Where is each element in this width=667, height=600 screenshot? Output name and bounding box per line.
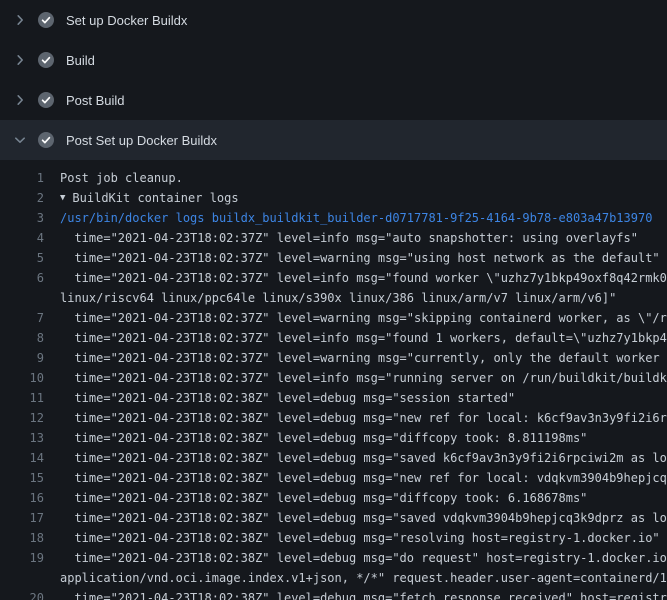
step-label: Post Set up Docker Buildx [66,133,217,148]
log-line-text: time="2021-04-23T18:02:37Z" level=warnin… [60,248,660,268]
log-line-number[interactable]: 13 [0,428,44,448]
check-circle-icon [38,132,54,148]
log-line: 6 time="2021-04-23T18:02:37Z" level=info… [0,268,667,288]
log-line: 18 time="2021-04-23T18:02:38Z" level=deb… [0,528,667,548]
log-line-text: time="2021-04-23T18:02:37Z" level=info m… [60,368,667,388]
log-line-number[interactable]: 7 [0,308,44,328]
step-header[interactable]: Build [0,40,667,80]
log-line: 17 time="2021-04-23T18:02:38Z" level=deb… [0,508,667,528]
step-label: Build [66,53,95,68]
log-line: 10 time="2021-04-23T18:02:37Z" level=inf… [0,368,667,388]
log-line-number[interactable]: 6 [0,268,44,288]
step-header[interactable]: Post Set up Docker Buildx [0,120,667,160]
log-line-number[interactable]: 3 [0,208,44,228]
log-line-number[interactable] [0,288,44,308]
step-header[interactable]: Set up Docker Buildx [0,0,667,40]
log-lines: 1 Post job cleanup. 2 ▼ BuildKit contain… [0,160,667,600]
log-line-number[interactable]: 17 [0,508,44,528]
log-line: 19 time="2021-04-23T18:02:38Z" level=deb… [0,548,667,568]
log-line-number[interactable]: 1 [0,168,44,188]
log-line-text: time="2021-04-23T18:02:38Z" level=debug … [60,408,667,428]
log-line-text: time="2021-04-23T18:02:38Z" level=debug … [60,468,667,488]
chevron-down-icon [12,132,28,148]
log-line-number[interactable]: 11 [0,388,44,408]
steps-list: Set up Docker Buildx Build [0,0,667,160]
log-line: 2 ▼ BuildKit container logs [0,188,667,208]
log-line-text: time="2021-04-23T18:02:37Z" level=info m… [60,228,638,248]
log-line: 8 time="2021-04-23T18:02:37Z" level=info… [0,328,667,348]
log-line-number[interactable]: 4 [0,228,44,248]
log-line-text: time="2021-04-23T18:02:37Z" level=info m… [60,328,667,348]
log-line: 14 time="2021-04-23T18:02:38Z" level=deb… [0,448,667,468]
log-line-text: time="2021-04-23T18:02:37Z" level=info m… [60,268,667,288]
log-line-text: time="2021-04-23T18:02:38Z" level=debug … [60,528,660,548]
log-line-text: application/vnd.oci.image.index.v1+json,… [60,568,667,588]
check-circle-icon [38,52,54,68]
check-circle-icon [38,12,54,28]
log-line-number[interactable]: 12 [0,408,44,428]
log-line-text: time="2021-04-23T18:02:38Z" level=debug … [60,548,667,568]
log-group-caret-icon[interactable]: ▼ [60,188,65,208]
step-header[interactable]: Post Build [0,80,667,120]
log-line: application/vnd.oci.image.index.v1+json,… [0,568,667,588]
chevron-right-icon [12,12,28,28]
log-line-text: time="2021-04-23T18:02:37Z" level=warnin… [60,308,667,328]
log-line-text: BuildKit container logs [72,188,238,208]
log-line-number[interactable]: 9 [0,348,44,368]
chevron-right-icon [12,92,28,108]
log-line-number[interactable]: 2 [0,188,44,208]
step-label: Set up Docker Buildx [66,13,187,28]
log-line-text: time="2021-04-23T18:02:37Z" level=warnin… [60,348,667,368]
log-line: 1 Post job cleanup. [0,168,667,188]
log-line: 7 time="2021-04-23T18:02:37Z" level=warn… [0,308,667,328]
log-line-text: /usr/bin/docker logs buildx_buildkit_bui… [60,208,652,228]
log-line: 13 time="2021-04-23T18:02:38Z" level=deb… [0,428,667,448]
log-line-text: Post job cleanup. [60,168,183,188]
log-line-number[interactable]: 14 [0,448,44,468]
check-circle-icon [38,92,54,108]
log-line: 11 time="2021-04-23T18:02:38Z" level=deb… [0,388,667,408]
log-line-text: time="2021-04-23T18:02:38Z" level=debug … [60,428,587,448]
log-line-text: linux/riscv64 linux/ppc64le linux/s390x … [60,288,616,308]
log-line-text: time="2021-04-23T18:02:38Z" level=debug … [60,508,667,528]
log-line-text: time="2021-04-23T18:02:38Z" level=debug … [60,488,587,508]
log-line: linux/riscv64 linux/ppc64le linux/s390x … [0,288,667,308]
log-line: 12 time="2021-04-23T18:02:38Z" level=deb… [0,408,667,428]
log-line: 4 time="2021-04-23T18:02:37Z" level=info… [0,228,667,248]
log-line: 16 time="2021-04-23T18:02:38Z" level=deb… [0,488,667,508]
log-line: 9 time="2021-04-23T18:02:37Z" level=warn… [0,348,667,368]
log-line-number[interactable]: 5 [0,248,44,268]
log-line: 5 time="2021-04-23T18:02:37Z" level=warn… [0,248,667,268]
log-line-text: time="2021-04-23T18:02:38Z" level=debug … [60,388,515,408]
log-line-number[interactable]: 20 [0,588,44,600]
log-line: 15 time="2021-04-23T18:02:38Z" level=deb… [0,468,667,488]
log-line: 3 /usr/bin/docker logs buildx_buildkit_b… [0,208,667,228]
log-line-number[interactable]: 10 [0,368,44,388]
log-line-text: time="2021-04-23T18:02:38Z" level=debug … [60,448,667,468]
log-line-number[interactable] [0,568,44,588]
log-line-number[interactable]: 8 [0,328,44,348]
log-line: 20 time="2021-04-23T18:02:38Z" level=deb… [0,588,667,600]
chevron-right-icon [12,52,28,68]
log-line-text: time="2021-04-23T18:02:38Z" level=debug … [60,588,667,600]
actions-log-viewer: Set up Docker Buildx Build [0,0,667,600]
step-label: Post Build [66,93,125,108]
log-line-number[interactable]: 19 [0,548,44,568]
log-line-number[interactable]: 18 [0,528,44,548]
log-line-number[interactable]: 16 [0,488,44,508]
log-line-number[interactable]: 15 [0,468,44,488]
